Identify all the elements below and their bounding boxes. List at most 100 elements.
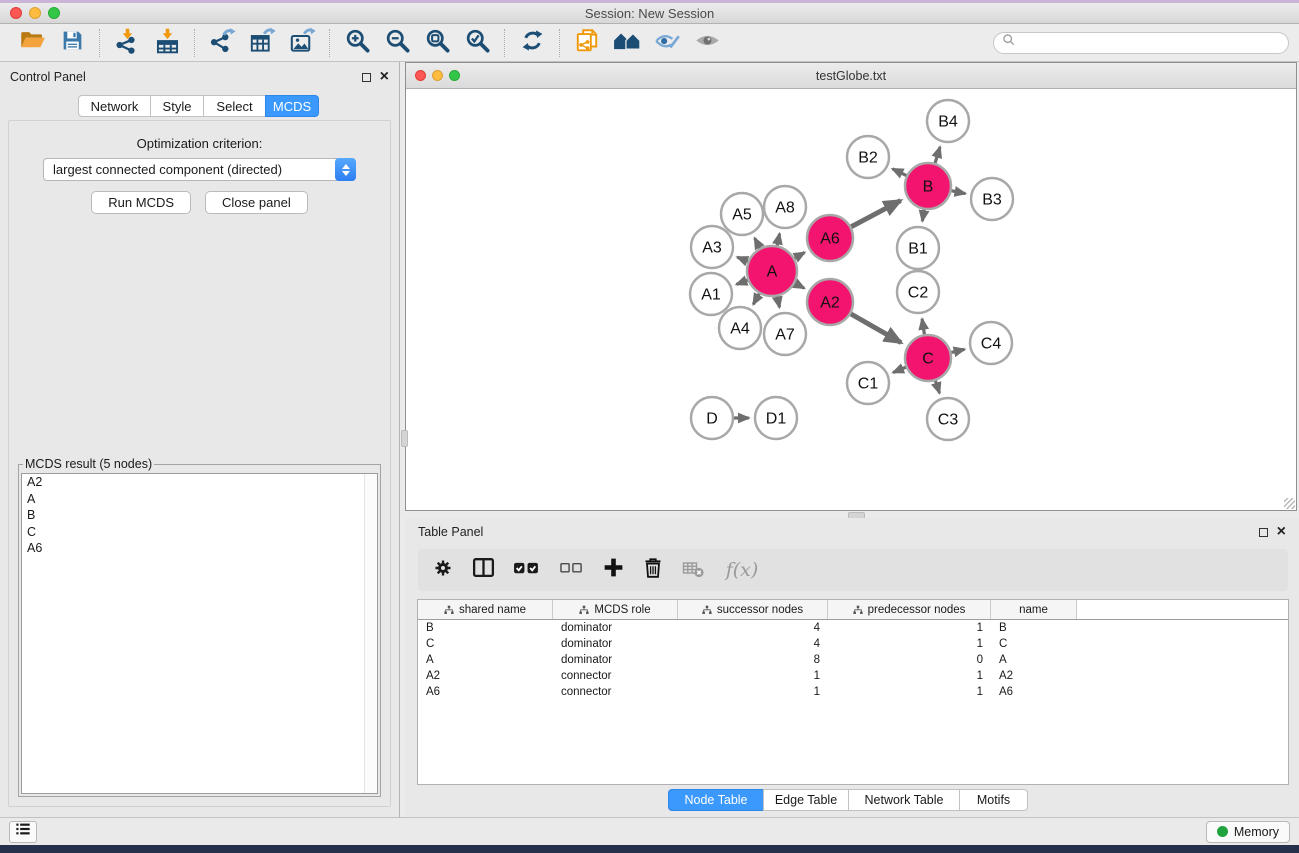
table-cell[interactable]: A	[991, 654, 1077, 666]
tab-edge-table[interactable]: Edge Table	[763, 789, 849, 811]
table-cell[interactable]: 1	[828, 622, 991, 634]
search-field[interactable]	[993, 32, 1289, 54]
graph-node-A[interactable]: A	[747, 246, 797, 296]
table-cell[interactable]: 0	[828, 654, 991, 666]
graph-node-A1[interactable]: A1	[690, 273, 732, 315]
mcds-result-item[interactable]: A2	[22, 474, 377, 491]
tab-motifs[interactable]: Motifs	[959, 789, 1028, 811]
table-row[interactable]: A2connector11A2	[418, 668, 1288, 684]
scrollbar-track[interactable]	[364, 474, 377, 793]
table-row[interactable]: Cdominator41C	[418, 636, 1288, 652]
memory-button[interactable]: Memory	[1206, 821, 1290, 843]
close-panel-button[interactable]: Close panel	[205, 191, 308, 214]
table-cell[interactable]: A2	[418, 670, 553, 682]
graph-node-C1[interactable]: C1	[847, 362, 889, 404]
table-cell[interactable]: C	[418, 638, 553, 650]
deselect-all-button[interactable]	[556, 557, 586, 583]
table-cell[interactable]: 1	[678, 670, 828, 682]
mcds-result-item[interactable]: A	[22, 491, 377, 508]
graph-node-A6[interactable]: A6	[807, 215, 853, 261]
network-canvas[interactable]: B4B2BB3A5A8A6A3B1AA1C2A2A4A7C4CC1C3DD1	[406, 89, 1296, 509]
graph-node-A8[interactable]: A8	[764, 186, 806, 228]
copy-network-button[interactable]	[567, 27, 607, 59]
column-header[interactable]: predecessor nodes	[828, 600, 991, 619]
export-network-button[interactable]	[202, 27, 242, 59]
column-header[interactable]: MCDS role	[553, 600, 678, 619]
table-cell[interactable]: connector	[553, 686, 678, 698]
zoom-selected-button[interactable]	[457, 27, 497, 59]
table-cell[interactable]: 4	[678, 638, 828, 650]
zoom-in-button[interactable]	[337, 27, 377, 59]
graph-node-D[interactable]: D	[691, 397, 733, 439]
export-table-button[interactable]	[242, 27, 282, 59]
network-overview-button[interactable]	[607, 27, 647, 59]
table-cell[interactable]: 4	[678, 622, 828, 634]
graph-node-B1[interactable]: B1	[897, 227, 939, 269]
float-table-panel-icon[interactable]	[1259, 528, 1268, 537]
graph-node-B4[interactable]: B4	[927, 100, 969, 142]
mcds-result-item[interactable]: A6	[22, 540, 377, 557]
close-table-panel-icon[interactable]: ×	[1277, 527, 1286, 537]
network-graph[interactable]: B4B2BB3A5A8A6A3B1AA1C2A2A4A7C4CC1C3DD1	[406, 89, 1296, 509]
table-cell[interactable]: dominator	[553, 622, 678, 634]
graph-node-C[interactable]: C	[905, 335, 951, 381]
table-cell[interactable]: A	[418, 654, 553, 666]
float-panel-icon[interactable]	[362, 73, 371, 82]
zoom-fit-button[interactable]	[417, 27, 457, 59]
graph-node-B3[interactable]: B3	[971, 178, 1013, 220]
table-cell[interactable]: 1	[828, 670, 991, 682]
table-cell[interactable]: B	[991, 622, 1077, 634]
graph-node-C4[interactable]: C4	[970, 322, 1012, 364]
resize-grip-icon[interactable]	[1284, 498, 1295, 509]
vertical-splitter-handle[interactable]	[401, 430, 408, 447]
function-builder-button[interactable]: f(x)	[720, 557, 764, 583]
table-cell[interactable]: 8	[678, 654, 828, 666]
open-file-button[interactable]	[12, 27, 52, 59]
table-cell[interactable]: A2	[991, 670, 1077, 682]
delete-table-button[interactable]	[680, 557, 706, 583]
table-cell[interactable]: dominator	[553, 654, 678, 666]
table-mode-button[interactable]	[430, 557, 456, 583]
graph-node-A2[interactable]: A2	[807, 279, 853, 325]
search-input[interactable]	[1021, 36, 1280, 50]
show-columns-button[interactable]	[470, 557, 496, 583]
graph-node-A4[interactable]: A4	[719, 307, 761, 349]
graph-node-C2[interactable]: C2	[897, 271, 939, 313]
table-row[interactable]: Bdominator41B	[418, 620, 1288, 636]
graph-node-A3[interactable]: A3	[691, 226, 733, 268]
tab-network-table[interactable]: Network Table	[848, 789, 960, 811]
column-header[interactable]: shared name	[418, 600, 553, 619]
table-cell[interactable]: A6	[418, 686, 553, 698]
table-cell[interactable]: dominator	[553, 638, 678, 650]
delete-column-button[interactable]	[640, 557, 666, 583]
tab-style[interactable]: Style	[150, 95, 204, 117]
column-header[interactable]: successor nodes	[678, 600, 828, 619]
mcds-result-item[interactable]: C	[22, 524, 377, 541]
tab-network[interactable]: Network	[78, 95, 151, 117]
table-cell[interactable]: 1	[678, 686, 828, 698]
network-list-button[interactable]	[9, 821, 37, 843]
run-mcds-button[interactable]: Run MCDS	[91, 191, 191, 214]
save-session-button[interactable]	[52, 27, 92, 59]
export-image-button[interactable]	[282, 27, 322, 59]
optimization-criterion-select[interactable]: largest connected component (directed)	[43, 158, 356, 181]
mcds-result-item[interactable]: B	[22, 507, 377, 524]
hide-graphics-details-button[interactable]	[687, 27, 727, 59]
graph-node-B2[interactable]: B2	[847, 136, 889, 178]
zoom-out-button[interactable]	[377, 27, 417, 59]
show-graphics-details-button[interactable]	[647, 27, 687, 59]
graph-node-C3[interactable]: C3	[927, 398, 969, 440]
graph-node-B[interactable]: B	[905, 163, 951, 209]
network-window-titlebar[interactable]: testGlobe.txt	[406, 63, 1296, 89]
table-cell[interactable]: A6	[991, 686, 1077, 698]
mcds-result-list[interactable]: A2ABCA6	[21, 473, 378, 794]
tab-mcds[interactable]: MCDS	[265, 95, 319, 117]
table-cell[interactable]: 1	[828, 686, 991, 698]
import-table-button[interactable]	[147, 27, 187, 59]
column-header[interactable]: name	[991, 600, 1077, 619]
graph-node-A7[interactable]: A7	[764, 313, 806, 355]
select-all-button[interactable]	[510, 557, 542, 583]
table-row[interactable]: A6connector11A6	[418, 684, 1288, 700]
table-cell[interactable]: connector	[553, 670, 678, 682]
import-network-button[interactable]	[107, 27, 147, 59]
